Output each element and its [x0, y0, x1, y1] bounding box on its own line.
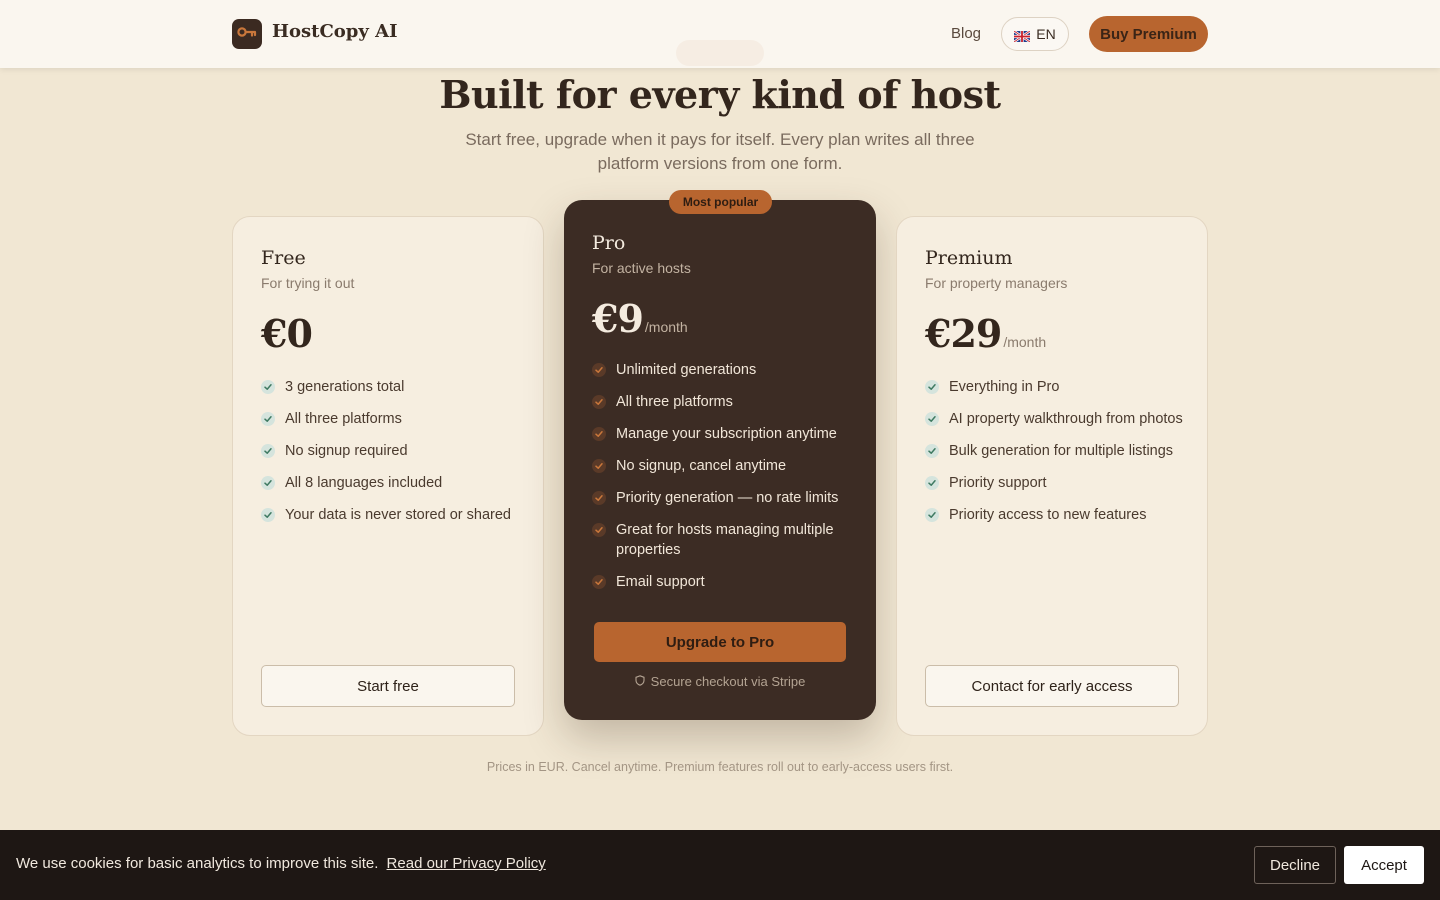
- uk-flag-icon: [1013, 29, 1031, 43]
- plan-name: Premium: [925, 247, 1013, 269]
- plan-price: €29 /month: [925, 311, 1046, 356]
- price-period: /month: [644, 319, 688, 335]
- feature-text: Priority support: [949, 475, 1047, 491]
- check-icon: [592, 491, 606, 505]
- feature-item: No signup required: [261, 441, 526, 461]
- check-icon: [261, 412, 275, 426]
- feature-text: Great for hosts managing multiple proper…: [616, 522, 834, 558]
- feature-item: All three platforms: [261, 409, 526, 429]
- feature-text: No signup required: [285, 443, 408, 459]
- cookie-banner: We use cookies for basic analytics to im…: [0, 830, 1440, 900]
- feature-item: Manage your subscription anytime: [592, 424, 857, 444]
- feature-text: Manage your subscription anytime: [616, 426, 837, 442]
- check-icon: [592, 459, 606, 473]
- plan-tagline: For trying it out: [261, 275, 355, 291]
- secure-checkout-note: Secure checkout via Stripe: [564, 674, 876, 689]
- price-amount: €0: [261, 311, 313, 356]
- check-icon: [925, 380, 939, 394]
- check-icon: [261, 444, 275, 458]
- logo[interactable]: [232, 19, 262, 49]
- language-label: EN: [1036, 26, 1056, 42]
- check-icon: [261, 380, 275, 394]
- key-icon: [237, 25, 257, 43]
- most-popular-badge: Most popular: [669, 190, 772, 214]
- feature-item: AI property walkthrough from photos: [925, 409, 1190, 429]
- feature-item: Priority access to new features: [925, 505, 1190, 525]
- language-selector[interactable]: EN: [1001, 17, 1069, 51]
- feature-item: Great for hosts managing multiple proper…: [592, 520, 857, 560]
- feature-text: 3 generations total: [285, 379, 405, 395]
- check-icon: [592, 395, 606, 409]
- feature-text: Priority generation — no rate limits: [616, 490, 839, 506]
- plan-price: €9 /month: [592, 296, 688, 341]
- feature-list: 3 generations total All three platforms …: [261, 377, 526, 537]
- feature-text: No signup, cancel anytime: [616, 458, 787, 474]
- feature-list: Everything in Pro AI property walkthroug…: [925, 377, 1190, 537]
- check-icon: [261, 508, 275, 522]
- plan-price: €0: [261, 311, 313, 356]
- check-icon: [261, 476, 275, 490]
- feature-text: Everything in Pro: [949, 379, 1060, 395]
- cookie-text: We use cookies for basic analytics to im…: [16, 855, 379, 872]
- accept-cookies-button[interactable]: Accept: [1344, 846, 1424, 884]
- brand-name[interactable]: HostCopy AI: [272, 21, 398, 42]
- feature-text: Unlimited generations: [616, 362, 757, 378]
- check-icon: [592, 523, 606, 537]
- page-title: Built for every kind of host: [439, 72, 1001, 117]
- plan-card-free: Free For trying it out €0 3 generations …: [232, 216, 544, 736]
- nav-blog-link[interactable]: Blog: [951, 25, 981, 42]
- check-icon: [925, 508, 939, 522]
- feature-text: All 8 languages included: [285, 475, 443, 491]
- feature-text: AI property walkthrough from photos: [949, 411, 1183, 427]
- plan-name: Free: [261, 247, 306, 269]
- feature-text: All three platforms: [616, 394, 733, 410]
- check-icon: [925, 444, 939, 458]
- price-amount: €9: [592, 296, 644, 341]
- feature-item: Your data is never stored or shared: [261, 505, 526, 525]
- price-amount: €29: [925, 311, 1002, 356]
- check-icon: [592, 363, 606, 377]
- price-period: /month: [1003, 334, 1047, 350]
- plan-tagline: For property managers: [925, 275, 1068, 291]
- start-free-button[interactable]: Start free: [261, 665, 515, 707]
- shield-icon: [635, 674, 645, 689]
- feature-item: No signup, cancel anytime: [592, 456, 857, 476]
- plan-card-premium: Premium For property managers €29 /month…: [896, 216, 1208, 736]
- pricing-footnote: Prices in EUR. Cancel anytime. Premium f…: [486, 760, 954, 774]
- feature-text: Email support: [616, 574, 705, 590]
- feature-item: All 8 languages included: [261, 473, 526, 493]
- page-subtitle: Start free, upgrade when it pays for its…: [465, 130, 975, 173]
- plan-card-pro: Pro For active hosts €9 /month Unlimited…: [564, 200, 876, 720]
- privacy-policy-link[interactable]: Read our Privacy Policy: [387, 855, 546, 872]
- feature-list: Unlimited generations All three platform…: [592, 360, 857, 604]
- feature-item: 3 generations total: [261, 377, 526, 397]
- buy-premium-button[interactable]: Buy Premium: [1089, 16, 1208, 52]
- feature-text: Your data is never stored or shared: [285, 507, 511, 523]
- header-shadow-pill: [676, 40, 764, 66]
- upgrade-to-pro-button[interactable]: Upgrade to Pro: [594, 622, 846, 662]
- secure-checkout-text: Secure checkout via Stripe: [650, 674, 806, 689]
- feature-item: Priority generation — no rate limits: [592, 488, 857, 508]
- feature-item: Everything in Pro: [925, 377, 1190, 397]
- check-icon: [592, 427, 606, 441]
- feature-item: Priority support: [925, 473, 1190, 493]
- cookie-message: We use cookies for basic analytics to im…: [16, 855, 546, 872]
- feature-text: All three platforms: [285, 411, 402, 427]
- feature-text: Bulk generation for multiple listings: [949, 443, 1174, 459]
- contact-early-access-button[interactable]: Contact for early access: [925, 665, 1179, 707]
- feature-item: Email support: [592, 572, 857, 592]
- feature-item: All three platforms: [592, 392, 857, 412]
- feature-item: Unlimited generations: [592, 360, 857, 380]
- feature-item: Bulk generation for multiple listings: [925, 441, 1190, 461]
- check-icon: [592, 575, 606, 589]
- plan-tagline: For active hosts: [592, 260, 691, 276]
- check-icon: [925, 476, 939, 490]
- decline-cookies-button[interactable]: Decline: [1254, 846, 1336, 884]
- feature-text: Priority access to new features: [949, 507, 1147, 523]
- plan-name: Pro: [592, 232, 626, 254]
- check-icon: [925, 412, 939, 426]
